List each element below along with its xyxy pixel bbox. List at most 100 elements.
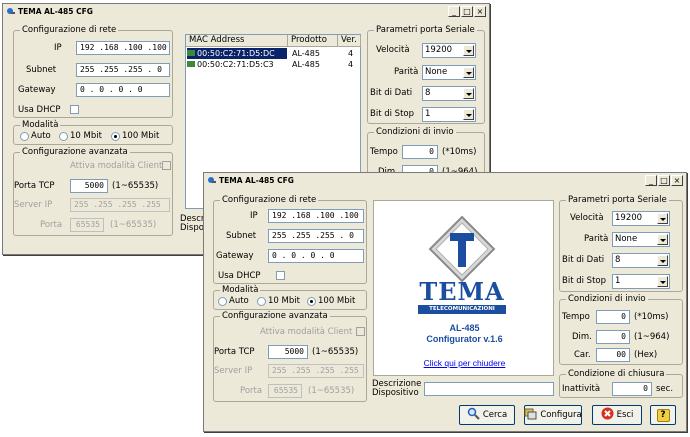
- mode-auto-radio[interactable]: [218, 297, 227, 306]
- title-bar[interactable]: TEMA AL-485 CFG _ □ ×: [3, 4, 489, 19]
- speed-label: Velocità: [570, 213, 604, 223]
- advanced-config-group: Configurazione avanzata Attiva modalità …: [213, 311, 367, 402]
- char-field[interactable]: 00: [596, 348, 630, 362]
- exit-button-label: Esci: [616, 410, 634, 420]
- gateway-field[interactable]: 0 . 0 . 0 . 0: [268, 249, 364, 263]
- minimize-button[interactable]: _: [645, 175, 657, 186]
- chevron-down-icon[interactable]: [463, 67, 474, 78]
- mode-auto-radio[interactable]: [20, 132, 29, 141]
- chevron-down-icon[interactable]: [463, 88, 474, 99]
- app-icon: [207, 176, 216, 185]
- gateway-label: Gateway: [216, 251, 254, 261]
- stop-bits-select[interactable]: 1: [612, 274, 670, 289]
- group-legend: Modalità: [220, 285, 261, 295]
- column-header-version[interactable]: Ver.: [338, 35, 361, 47]
- version-cell: 4: [348, 60, 354, 69]
- size-unit: (1~964): [634, 332, 670, 342]
- parity-select[interactable]: None: [612, 232, 670, 247]
- inactivity-field[interactable]: 0: [612, 382, 652, 396]
- port-field[interactable]: 65535: [268, 384, 302, 398]
- tcp-port-field[interactable]: 5000: [268, 345, 308, 359]
- ip-field[interactable]: 192 .168 .100 .100: [76, 41, 170, 55]
- chevron-down-icon[interactable]: [657, 234, 668, 245]
- chevron-down-icon[interactable]: [463, 45, 474, 56]
- ip-field[interactable]: 192 .168 .100 .100: [268, 209, 364, 223]
- port-range: (1~65535): [110, 220, 157, 230]
- group-legend: Configurazione di rete: [20, 25, 119, 35]
- time-label: Tempo: [562, 312, 590, 322]
- group-legend: Condizione di chiusura: [566, 369, 667, 379]
- data-bits-select[interactable]: 8: [422, 86, 476, 101]
- title-bar[interactable]: TEMA AL-485 CFG _ □ ×: [204, 173, 686, 188]
- server-ip-field[interactable]: 255 .255 .255 .255: [268, 364, 364, 378]
- device-icon: [187, 50, 195, 56]
- close-about-link[interactable]: Click qui per chiudere: [374, 358, 555, 368]
- mode-100-radio[interactable]: [307, 297, 316, 306]
- network-config-group: Configurazione di rete IP 192 .168 .100 …: [13, 25, 173, 118]
- time-unit: (*10ms): [442, 147, 477, 157]
- description-field[interactable]: [424, 382, 554, 396]
- group-legend: Modalità: [20, 120, 61, 130]
- close-button[interactable]: ×: [474, 6, 486, 17]
- time-field[interactable]: 0: [402, 145, 438, 159]
- serial-params-group: Parametri porta Seriale Velocità 19200 P…: [367, 25, 485, 124]
- dhcp-checkbox[interactable]: [276, 271, 285, 280]
- time-field[interactable]: 0: [596, 310, 630, 324]
- char-unit: (Hex): [634, 350, 658, 360]
- close-button[interactable]: ×: [671, 175, 683, 186]
- port-field[interactable]: 65535: [70, 218, 104, 232]
- help-button[interactable]: ?: [650, 405, 676, 425]
- server-ip-field[interactable]: 255 .255 .255 .255: [70, 198, 170, 212]
- mode-10-label: 10 Mbit: [70, 131, 102, 141]
- mac-cell: 00:50:C2:71:D5:C3: [197, 60, 274, 69]
- tcp-port-label: Porta TCP: [14, 181, 55, 191]
- speed-select[interactable]: 19200: [422, 43, 476, 58]
- client-mode-label: Attiva modalità Client: [70, 161, 163, 171]
- list-item[interactable]: 00:50:C2:71:D5:DC: [187, 48, 287, 59]
- dhcp-label: Usa DHCP: [218, 271, 261, 281]
- client-mode-checkbox[interactable]: [356, 327, 365, 336]
- stop-bits-select[interactable]: 1: [422, 107, 476, 122]
- client-mode-checkbox[interactable]: [162, 161, 171, 170]
- port-range: (1~65535): [308, 386, 355, 396]
- group-legend: Condizioni di invio: [374, 127, 456, 137]
- mode-group: Modalità Auto 10 Mbit 100 Mbit: [213, 285, 367, 310]
- subnet-label: Subnet: [226, 231, 257, 241]
- data-bits-label: Bit di Dati: [370, 88, 413, 98]
- port-label: Porta: [40, 220, 63, 230]
- parity-select[interactable]: None: [422, 65, 476, 80]
- dhcp-checkbox[interactable]: [70, 105, 79, 114]
- data-bits-label: Bit di Dati: [562, 255, 605, 265]
- tcp-port-field[interactable]: 5000: [70, 179, 108, 193]
- mode-10-label: 10 Mbit: [268, 296, 300, 306]
- subnet-field[interactable]: 255 .255 .255 . 0: [268, 229, 364, 243]
- chevron-down-icon[interactable]: [657, 276, 668, 287]
- gateway-field[interactable]: 0 . 0 . 0 . 0: [76, 83, 170, 97]
- subnet-field[interactable]: 255 .255 .255 . 0: [76, 63, 170, 77]
- chevron-down-icon[interactable]: [657, 255, 668, 266]
- maximize-button[interactable]: □: [461, 6, 473, 17]
- configure-button[interactable]: Configura: [524, 405, 582, 425]
- ip-label: IP: [54, 43, 62, 53]
- speed-select[interactable]: 19200: [612, 211, 670, 226]
- minimize-button[interactable]: _: [448, 6, 460, 17]
- column-header-product[interactable]: Prodotto: [288, 35, 338, 47]
- group-legend: Parametri porta Seriale: [374, 25, 477, 35]
- mode-auto-label: Auto: [229, 296, 249, 306]
- maximize-button[interactable]: □: [658, 175, 670, 186]
- mode-10-radio[interactable]: [257, 297, 266, 306]
- data-bits-select[interactable]: 8: [612, 253, 670, 268]
- column-header-mac[interactable]: MAC Address: [186, 35, 288, 47]
- char-label: Car.: [574, 350, 591, 360]
- server-ip-label: Server IP: [214, 366, 253, 376]
- search-button[interactable]: Cerca: [459, 405, 515, 425]
- chevron-down-icon[interactable]: [657, 213, 668, 224]
- parity-label: Parità: [584, 234, 609, 244]
- dhcp-label: Usa DHCP: [18, 105, 61, 115]
- exit-button[interactable]: Esci: [592, 405, 642, 425]
- chevron-down-icon[interactable]: [463, 109, 474, 120]
- mode-10-radio[interactable]: [59, 132, 68, 141]
- size-field[interactable]: 0: [596, 330, 630, 344]
- list-item[interactable]: 00:50:C2:71:D5:C3: [187, 59, 287, 70]
- mode-100-radio[interactable]: [111, 132, 120, 141]
